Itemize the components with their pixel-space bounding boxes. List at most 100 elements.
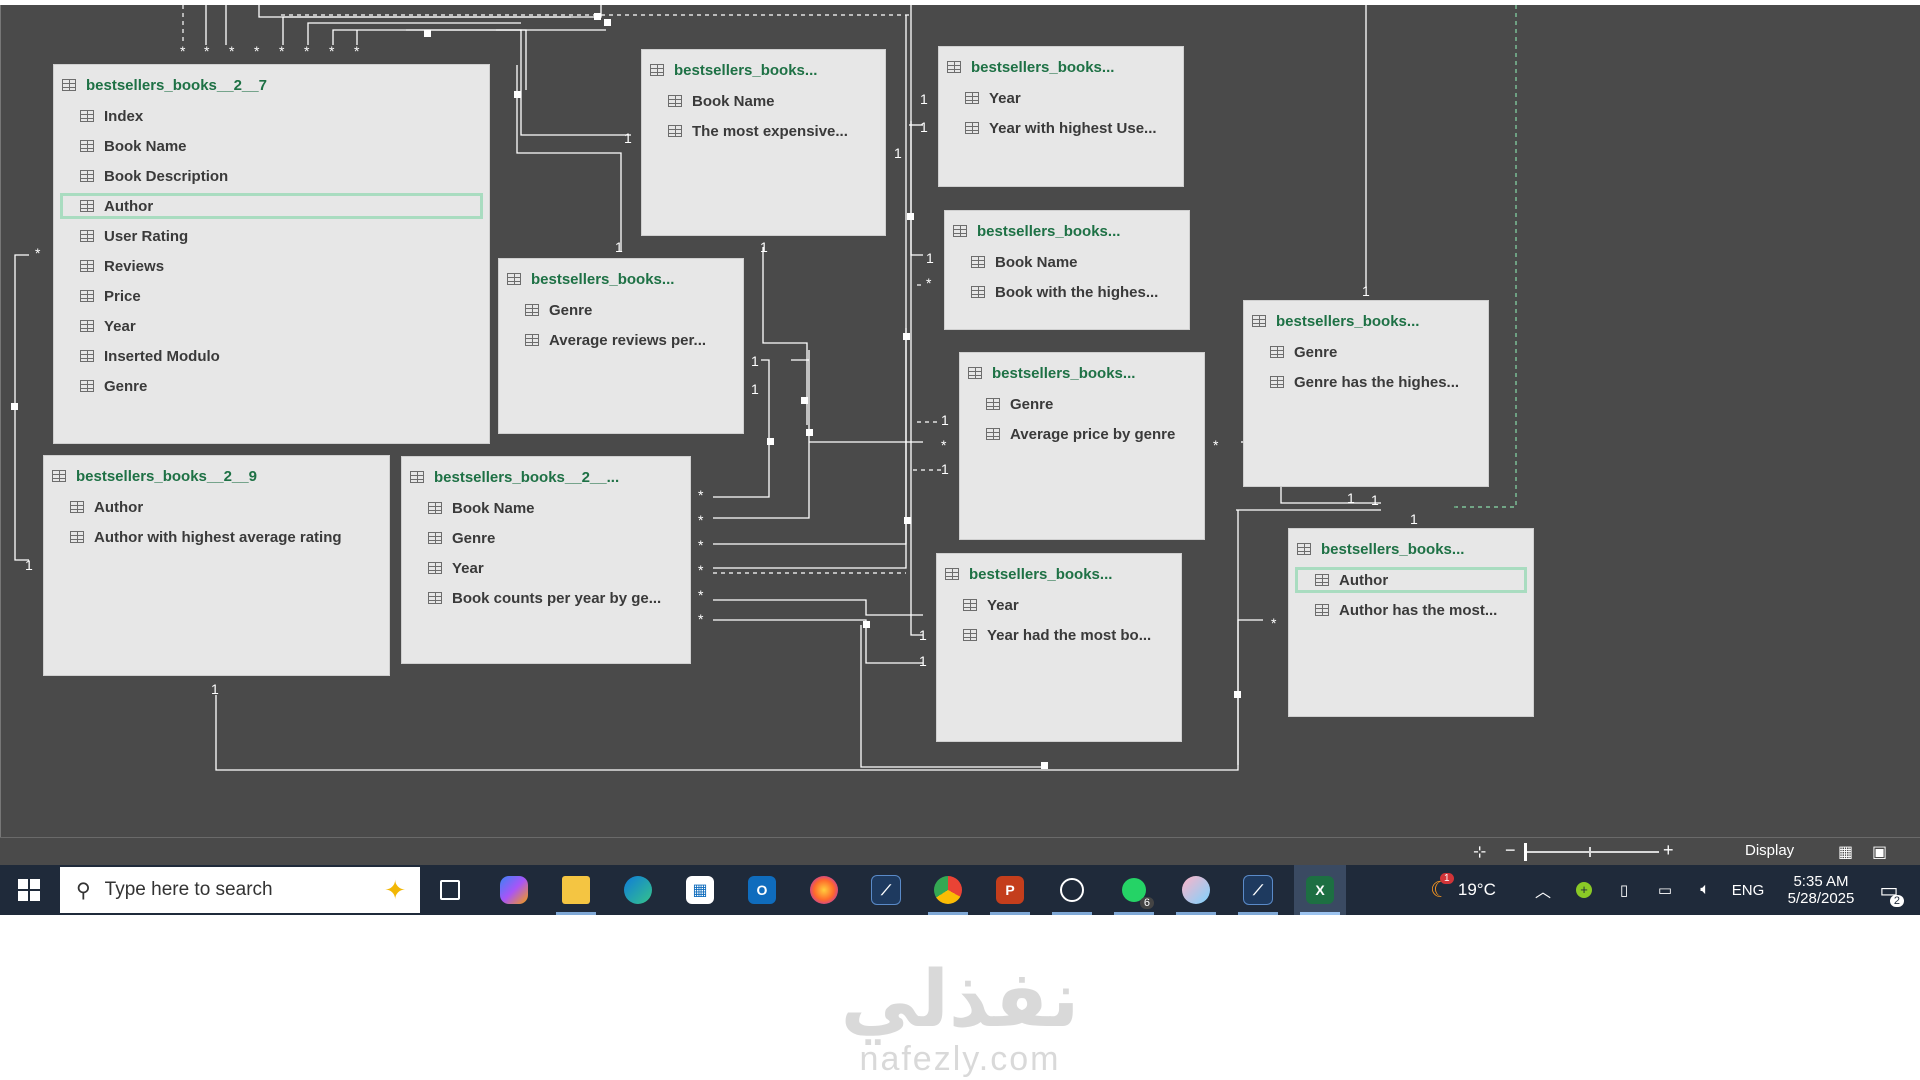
field-year[interactable]: Year [60, 313, 483, 339]
taskbar-app-edge[interactable] [612, 865, 664, 915]
windows-logo-icon [18, 879, 40, 901]
field-genre[interactable]: Genre [60, 373, 483, 399]
chatgpt-icon [1060, 878, 1084, 902]
zoom-out-button[interactable]: − [1505, 840, 1516, 861]
taskbar-app-chatgpt[interactable] [1046, 865, 1098, 915]
diagram-view-icon[interactable]: ▣ [1872, 842, 1887, 862]
cardinality-many: * [698, 611, 704, 627]
display-label[interactable]: Display [1745, 842, 1794, 859]
cardinality-one: 1 [919, 653, 927, 669]
table-card-year-most-books[interactable]: bestsellers_books... Year Year had the m… [936, 553, 1182, 742]
speaker-icon: 🔈︎ [1700, 881, 1710, 898]
field-genre-highest[interactable]: Genre has the highes... [1250, 369, 1482, 395]
table-card-avg-reviews[interactable]: bestsellers_books... Genre Average revie… [498, 258, 744, 434]
field-year[interactable]: Year [943, 592, 1175, 618]
notifications-button[interactable]: ▭ 2 [1866, 865, 1912, 915]
battery-button[interactable]: ▭ [1652, 865, 1678, 915]
table-card-year-highest-use[interactable]: bestsellers_books... Year Year with high… [938, 46, 1184, 187]
table-card-bestsellers-2-9[interactable]: bestsellers_books__2__9 Author Author wi… [43, 455, 390, 676]
table-card-genre-highest[interactable]: bestsellers_books... Genre Genre has the… [1243, 300, 1489, 487]
watermark-arabic: نفذلي [840, 955, 1080, 1045]
table-icon [1252, 315, 1266, 327]
field-icon [986, 398, 1000, 410]
copilot-sparkle-icon: ✦ [384, 874, 406, 905]
diagram-canvas[interactable]: bestsellers_books__2__7 Index Book Name … [0, 5, 1920, 837]
field-book-description[interactable]: Book Description [60, 163, 483, 189]
field-avg-price[interactable]: Average price by genre [966, 421, 1198, 447]
taskbar-app-powerbi-1[interactable]: ⟋ [860, 865, 912, 915]
field-book-name[interactable]: Book Name [60, 133, 483, 159]
taskbar-app-file-explorer[interactable] [550, 865, 602, 915]
field-most-expensive[interactable]: The most expensive... [648, 118, 879, 144]
table-card-bestsellers-2-7[interactable]: bestsellers_books__2__7 Index Book Name … [53, 64, 490, 444]
field-inserted-modulo[interactable]: Inserted Modulo [60, 343, 483, 369]
field-book-highest[interactable]: Book with the highes... [951, 279, 1183, 305]
task-view-icon [440, 880, 460, 900]
meet-now-button[interactable]: ▯ [1612, 865, 1636, 915]
field-book-name[interactable]: Book Name [951, 249, 1183, 275]
field-author-has-most[interactable]: Author has the most... [1295, 597, 1527, 623]
field-icon [971, 286, 985, 298]
taskbar-app-paint[interactable] [1170, 865, 1222, 915]
field-genre[interactable]: Genre [408, 525, 684, 551]
taskbar-app-excel[interactable]: X [1294, 865, 1346, 915]
field-user-rating[interactable]: User Rating [60, 223, 483, 249]
field-book-name[interactable]: Book Name [648, 88, 879, 114]
table-title: bestsellers_books__2__... [434, 468, 620, 486]
field-genre[interactable]: Genre [966, 391, 1198, 417]
field-price[interactable]: Price [60, 283, 483, 309]
cardinality-one: 1 [751, 353, 759, 369]
table-icon [953, 225, 967, 237]
fit-to-window-icon[interactable]: ⊹ [1473, 842, 1486, 862]
field-author-highest-rating[interactable]: Author with highest average rating [50, 524, 383, 550]
show-hidden-icons[interactable]: ︿ [1530, 865, 1556, 915]
task-view-button[interactable] [424, 865, 476, 915]
table-card-author-most[interactable]: bestsellers_books... Author Author has t… [1288, 528, 1534, 717]
field-icon [1270, 376, 1284, 388]
volume-button[interactable]: 🔈︎ [1692, 865, 1718, 915]
cardinality-many: * [698, 512, 704, 528]
search-icon: ⚲ [76, 879, 91, 902]
field-year[interactable]: Year [408, 555, 684, 581]
field-year-highest-use[interactable]: Year with highest Use... [945, 115, 1177, 141]
field-icon [668, 95, 682, 107]
tray-app-icon[interactable]: + [1572, 865, 1596, 915]
field-author[interactable]: Author [50, 494, 383, 520]
clock-date: 5/28/2025 [1787, 890, 1855, 907]
taskbar-app-firefox[interactable] [798, 865, 850, 915]
field-book-name[interactable]: Book Name [408, 495, 684, 521]
field-year[interactable]: Year [945, 85, 1177, 111]
field-genre[interactable]: Genre [1250, 339, 1482, 365]
taskbar-app-outlook[interactable]: O [736, 865, 788, 915]
clock[interactable]: 5:35 AM 5/28/2025 [1776, 865, 1866, 915]
taskbar-search[interactable]: ⚲ Type here to search ✦ [60, 867, 420, 913]
table-card-most-expensive[interactable]: bestsellers_books... Book Name The most … [641, 49, 886, 236]
field-reviews[interactable]: Reviews [60, 253, 483, 279]
zoom-in-button[interactable]: + [1663, 840, 1674, 861]
taskbar-app-copilot[interactable] [488, 865, 540, 915]
field-author-selected[interactable]: Author [60, 193, 483, 219]
start-button[interactable] [0, 865, 58, 915]
grid-view-icon[interactable]: ▦ [1838, 842, 1853, 862]
field-icon [80, 380, 94, 392]
taskbar-app-whatsapp[interactable]: 6 [1108, 865, 1160, 915]
taskbar-app-powerpoint[interactable]: P [984, 865, 1036, 915]
table-card-book-counts[interactable]: bestsellers_books__2__... Book Name Genr… [401, 456, 691, 664]
zoom-slider[interactable] [1524, 843, 1659, 861]
field-year-most-books[interactable]: Year had the most bo... [943, 622, 1175, 648]
zoom-slider-thumb[interactable] [1524, 843, 1527, 861]
field-index[interactable]: Index [60, 103, 483, 129]
taskbar-app-chrome[interactable] [922, 865, 974, 915]
field-avg-reviews[interactable]: Average reviews per... [505, 327, 737, 353]
table-card-avg-price-genre[interactable]: bestsellers_books... Genre Average price… [959, 352, 1205, 540]
field-author-selected[interactable]: Author [1295, 567, 1527, 593]
cardinality-many: * [698, 537, 704, 553]
table-card-book-highest[interactable]: bestsellers_books... Book Name Book with… [944, 210, 1190, 330]
taskbar-app-store[interactable]: ▦ [674, 865, 726, 915]
weather-widget[interactable]: ☾ 1 19°C [1418, 865, 1508, 915]
table-icon [410, 471, 424, 483]
taskbar-app-powerbi-2[interactable]: ⟋ [1232, 865, 1284, 915]
language-button[interactable]: ENG [1730, 865, 1766, 915]
field-genre[interactable]: Genre [505, 297, 737, 323]
field-book-counts[interactable]: Book counts per year by ge... [408, 585, 684, 611]
